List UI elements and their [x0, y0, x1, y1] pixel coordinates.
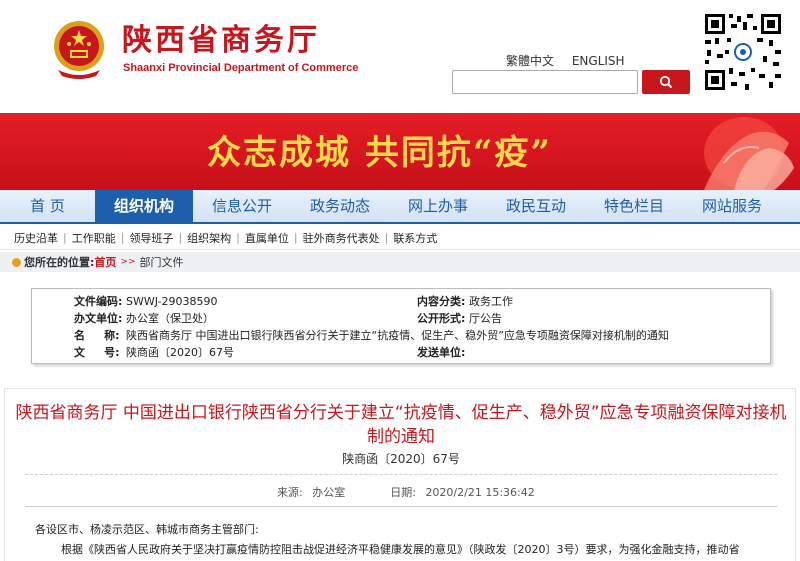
sub-nav-structure[interactable]: 组织架构 [187, 230, 231, 246]
sub-nav-offices[interactable]: 驻外商务代表处 [303, 230, 380, 246]
search-button[interactable] [642, 70, 690, 94]
name-label: 名 称: [74, 329, 120, 342]
sub-nav: 历史沿革 | 工作职能 | 领导班子 | 组织架构 | 直属单位 | 驻外商务代表处 | 联… [0, 226, 800, 250]
nav-item-interaction[interactable]: 政民互动 [487, 190, 585, 222]
nav-item-features[interactable]: 特色栏目 [585, 190, 683, 222]
document-meta-table: 文件编码: SWWJ-29038590 内容分类: 政务工作 办文单位: 办公室… [31, 288, 771, 364]
office-value: 办公室（保卫处） [126, 312, 214, 325]
lang-traditional-link[interactable]: 繁體中文 [506, 54, 554, 68]
lang-english-link[interactable]: ENGLISH [572, 54, 625, 68]
nav-item-online-services[interactable]: 网上办事 [389, 190, 487, 222]
qr-code-icon [703, 12, 783, 92]
divider [25, 474, 777, 475]
sub-nav-contact[interactable]: 联系方式 [393, 230, 437, 246]
nav-item-site-service[interactable]: 网站服务 [683, 190, 781, 222]
sub-nav-affiliated[interactable]: 直属单位 [245, 230, 289, 246]
nav-item-info-public[interactable]: 信息公开 [193, 190, 291, 222]
source-value: 办公室 [312, 486, 346, 499]
search-icon [659, 75, 673, 89]
divider [25, 506, 777, 507]
national-emblem-icon [54, 21, 104, 79]
site-title: 陕西省商务厅 [122, 23, 320, 58]
banner-slogan: 众志成城 共同抗“疫” [207, 133, 552, 173]
category-value: 政务工作 [469, 295, 513, 308]
language-switcher: 繁體中文 ENGLISH [506, 52, 639, 69]
breadcrumb-home-icon [12, 257, 21, 267]
breadcrumb-arrow-icon: >> [120, 257, 136, 267]
nav-item-organization[interactable]: 组织机构 [95, 190, 193, 222]
source-label: 来源: [277, 486, 303, 499]
article-body: 各设区市、杨凌示范区、韩城市商务主管部门: 根据《陕西省人民政府关于坚决打赢疫情… [35, 520, 775, 560]
sub-nav-history[interactable]: 历史沿革 [14, 230, 58, 246]
breadcrumb-label: 您所在的位置: [24, 256, 95, 269]
sub-nav-functions[interactable]: 工作职能 [72, 230, 116, 246]
breadcrumb-home-link[interactable]: 首页 [94, 254, 116, 270]
nav-item-home[interactable]: 首 页 [0, 190, 95, 222]
site-header: 陕西省商务厅 Shaanxi Provincial Department of … [0, 0, 800, 113]
sub-nav-separator: | [63, 231, 67, 244]
doc-code-value: SWWJ-29038590 [126, 295, 218, 308]
banner: 众志成城 共同抗“疫” [0, 113, 800, 190]
joined-hands-icon [704, 117, 794, 190]
sender-label: 发送单位: [417, 346, 466, 359]
breadcrumb: 您所在的位置: 首页 >> 部门文件 [0, 252, 800, 272]
article: 陕西省商务厅 中国进出口银行陕西省分行关于建立“抗疫情、促生产、稳外贸”应急专项… [4, 388, 796, 561]
site-subtitle: Shaanxi Provincial Department of Commerc… [123, 62, 359, 74]
sub-nav-separator: | [178, 231, 183, 244]
sub-nav-separator: | [293, 231, 298, 244]
date-value: 2020/2/21 15:36:42 [425, 486, 535, 499]
category-label: 内容分类: [417, 295, 466, 308]
article-paragraph: 根据《陕西省人民政府关于坚决打赢疫情防控阻击战促进经济平稳健康发展的意见》（陕政… [61, 543, 740, 556]
breadcrumb-current: 部门文件 [139, 256, 184, 269]
sub-nav-separator: | [120, 231, 125, 244]
doc-code-label: 文件编码: [74, 295, 123, 308]
article-docno: 陕商函〔2020〕67号 [342, 452, 460, 466]
office-label: 办文单位: [74, 312, 123, 325]
search-input[interactable] [452, 70, 638, 94]
article-title: 陕西省商务厅 中国进出口银行陕西省分行关于建立“抗疫情、促生产、稳外贸”应急专项… [15, 403, 787, 447]
public-form-label: 公开形式: [417, 312, 466, 325]
article-meta: 来源: 办公室 日期: 2020/2/21 15:36:42 [277, 484, 535, 500]
date-label: 日期: [390, 486, 416, 499]
docno-label: 文 号: [74, 346, 120, 359]
article-addressee: 各设区市、杨凌示范区、韩城市商务主管部门: [35, 523, 259, 536]
sub-nav-separator: | [384, 231, 389, 244]
nav-item-news[interactable]: 政务动态 [291, 190, 389, 222]
name-value: 陕西省商务厅 中国进出口银行陕西省分行关于建立“抗疫情、促生产、稳外贸”应急专项… [126, 329, 669, 342]
sub-nav-leadership[interactable]: 领导班子 [129, 230, 173, 246]
public-form-value: 厅公告 [469, 312, 502, 325]
sub-nav-separator: | [236, 231, 240, 244]
docno-value: 陕商函〔2020〕67号 [126, 346, 234, 359]
main-nav: 首 页 组织机构 信息公开 政务动态 网上办事 政民互动 特色栏目 网站服务 [0, 190, 800, 224]
